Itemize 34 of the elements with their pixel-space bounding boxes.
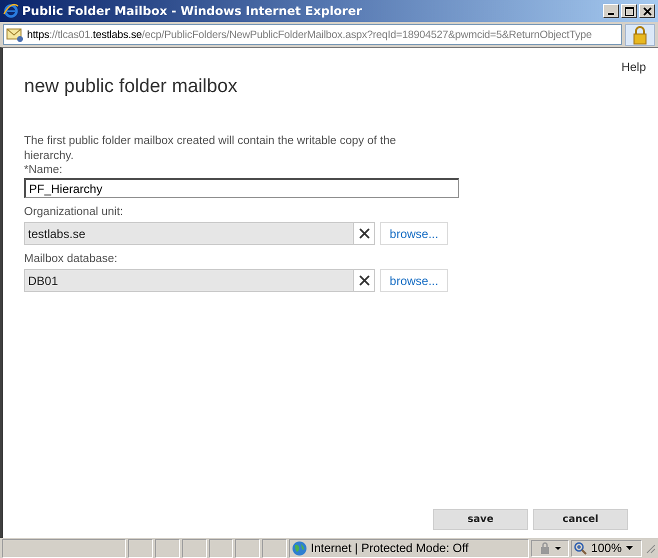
url-text: https://tlcas01.testlabs.se/ecp/PublicFolders/NewPublicFolderMailbox.aspx?reqId=18904527&pwmcid=5&ReturnObjectType bbox=[27, 28, 592, 40]
picker-field[interactable]: testlabs.se bbox=[24, 222, 375, 245]
minimize-icon bbox=[608, 13, 614, 15]
minimize-button[interactable] bbox=[603, 4, 619, 18]
envelope-icon bbox=[6, 26, 24, 42]
browse-button[interactable]: browse... bbox=[380, 222, 448, 245]
clear-icon[interactable] bbox=[353, 270, 374, 291]
browser-logo-icon bbox=[3, 3, 19, 19]
zoom-dropdown[interactable]: 100% bbox=[571, 540, 642, 556]
window-title: Public Folder Mailbox - Windows Internet Explorer bbox=[22, 4, 363, 18]
field-label: *Name: bbox=[24, 164, 64, 176]
field-label: Mailbox database: bbox=[24, 253, 118, 265]
clear-icon[interactable] bbox=[353, 223, 374, 244]
name-field[interactable]: PF_Hierarchy bbox=[24, 178, 459, 198]
resize-grip-icon bbox=[644, 542, 656, 554]
address-field[interactable]: https://tlcas01.testlabs.se/ecp/PublicFolders/NewPublicFolderMailbox.aspx?reqId=18904527&pwmcid=5&ReturnObjectType bbox=[3, 24, 622, 45]
caret-icon bbox=[626, 546, 634, 550]
close-icon bbox=[642, 6, 652, 16]
help-link[interactable]: Help bbox=[621, 60, 646, 74]
page-heading: new public folder mailbox bbox=[24, 76, 238, 98]
field-label: Organizational unit: bbox=[24, 206, 124, 218]
close-button[interactable] bbox=[639, 4, 655, 18]
maximize-icon bbox=[624, 6, 634, 16]
save-button[interactable]: save bbox=[433, 509, 528, 530]
security-dropdown[interactable] bbox=[531, 540, 570, 556]
picker-field[interactable]: DB01 bbox=[24, 269, 375, 292]
lock-icon[interactable] bbox=[625, 24, 655, 46]
browse-button[interactable]: browse... bbox=[380, 269, 448, 292]
zoom-icon bbox=[574, 542, 588, 554]
globe-icon bbox=[292, 540, 307, 556]
cancel-button[interactable]: cancel bbox=[533, 509, 628, 530]
security-zone-text: Internet | Protected Mode: Off bbox=[310, 541, 468, 555]
description-text: The first public folder mailbox created will contain the writable copy of the hierarchy. bbox=[24, 134, 398, 164]
maximize-button[interactable] bbox=[621, 4, 637, 18]
